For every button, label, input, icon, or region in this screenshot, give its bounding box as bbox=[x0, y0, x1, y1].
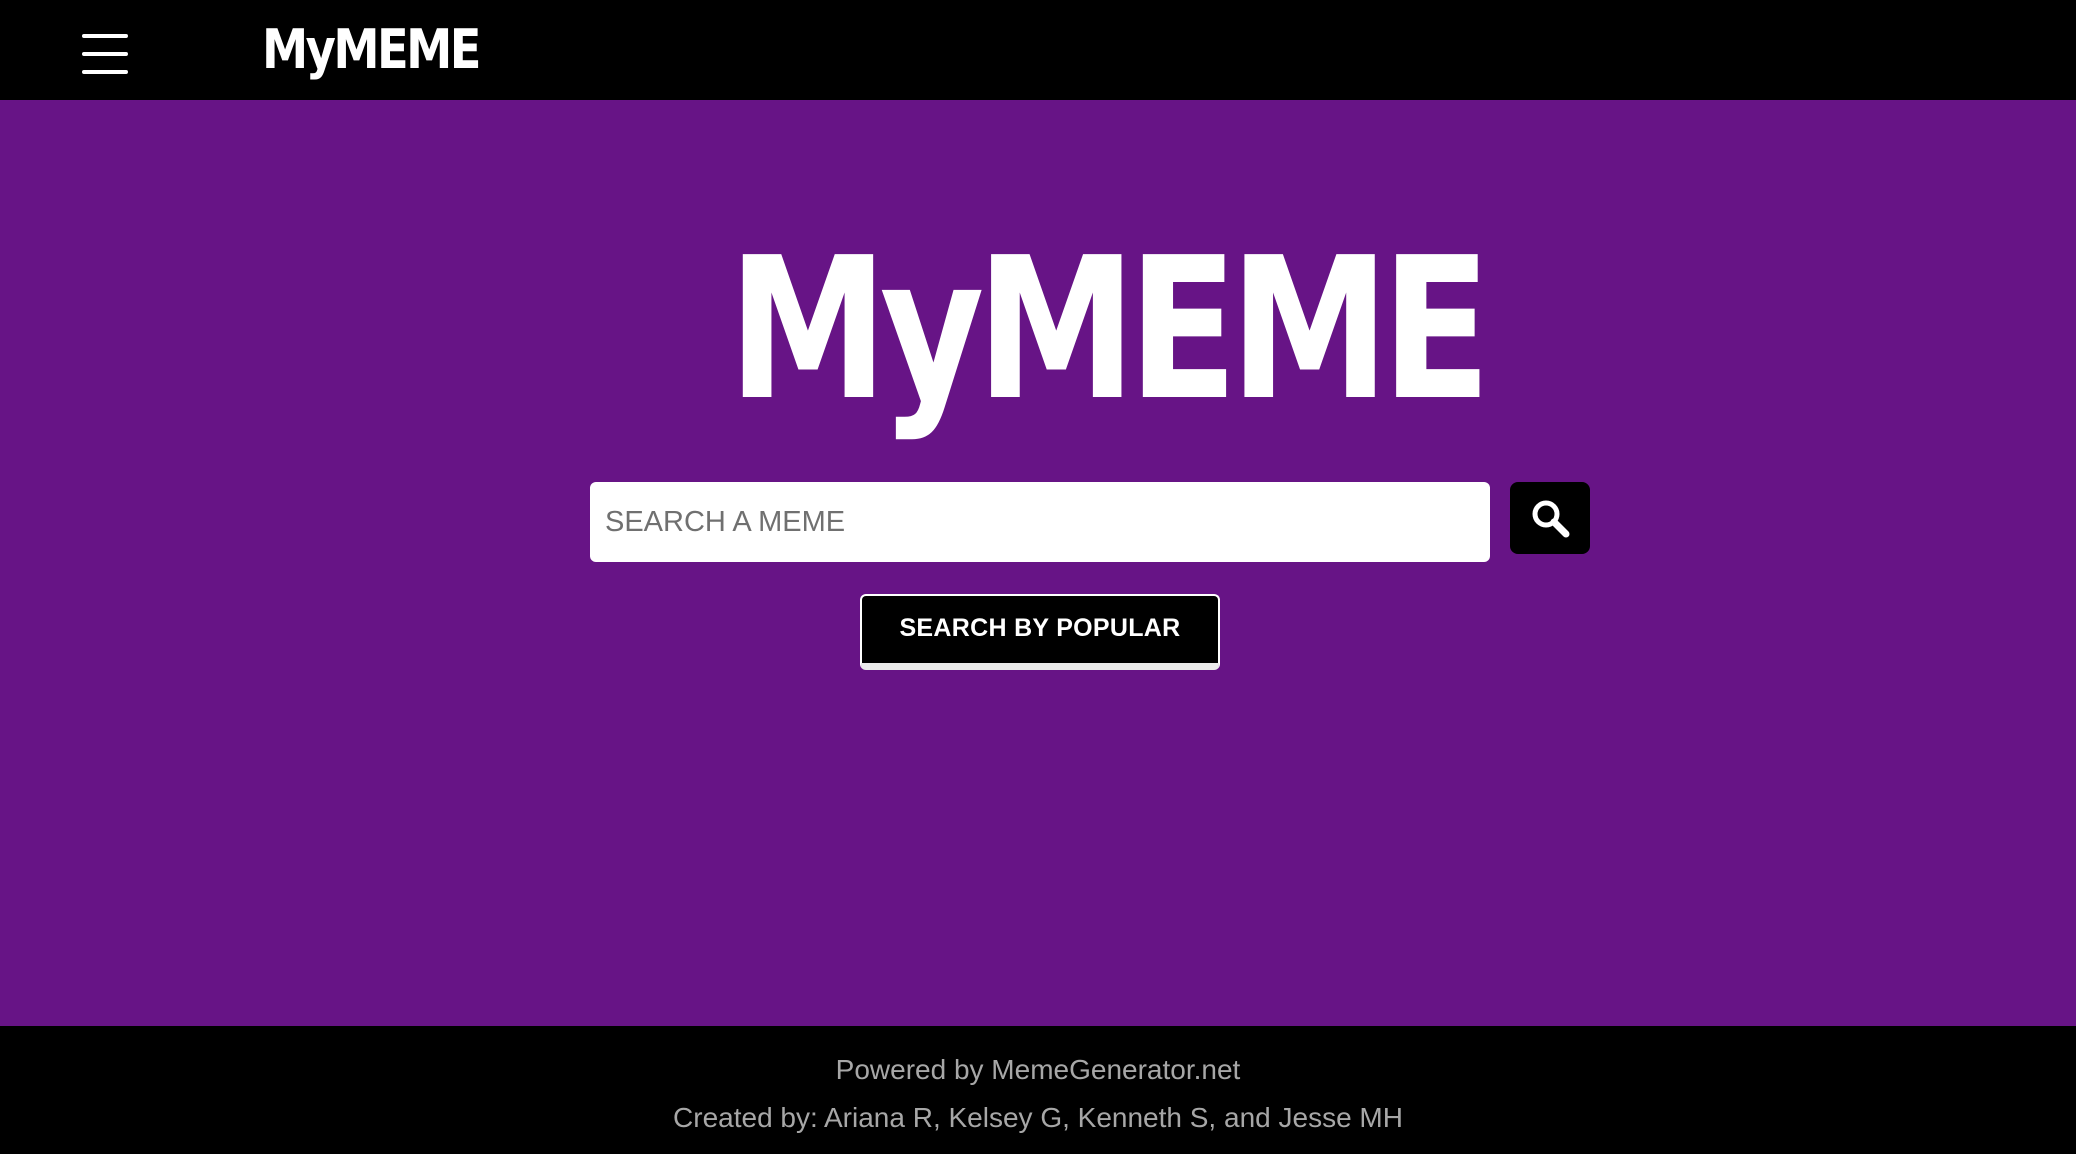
page: MyMEME MyMEME SEARCH BY POPULAR Powered … bbox=[0, 0, 2076, 1154]
hamburger-bar bbox=[82, 52, 128, 56]
powered-by-text: Powered by MemeGenerator.net bbox=[835, 1054, 1241, 1085]
search-input[interactable] bbox=[590, 482, 1490, 562]
hamburger-menu-icon[interactable] bbox=[82, 34, 128, 74]
created-by-text: Created by: Ariana R, Kelsey G, Kenneth … bbox=[673, 1102, 1403, 1133]
hamburger-bar bbox=[82, 34, 128, 38]
hero-logo: MyMEME bbox=[728, 216, 1491, 444]
footer: Powered by MemeGenerator.net Created by:… bbox=[0, 1026, 2076, 1154]
hamburger-bar bbox=[82, 70, 128, 74]
top-navbar: MyMEME bbox=[0, 0, 2076, 100]
search-button[interactable] bbox=[1510, 482, 1590, 554]
navbar-logo[interactable]: MyMEME bbox=[262, 18, 481, 82]
search-icon bbox=[1532, 500, 1570, 538]
main-content: MyMEME SEARCH BY POPULAR bbox=[0, 100, 2076, 1026]
search-by-popular-button[interactable]: SEARCH BY POPULAR bbox=[860, 594, 1220, 670]
